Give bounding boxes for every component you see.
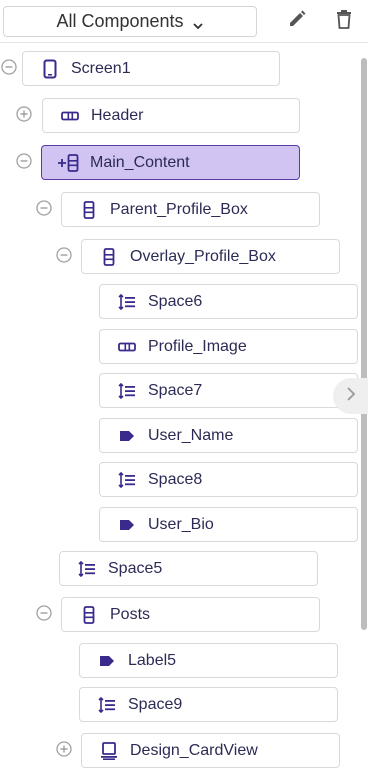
horizontal-arrangement-icon [59,106,81,126]
collapse-toggle-posts[interactable] [35,604,53,626]
tree-node-header[interactable]: Header [42,98,300,133]
collapse-toggle-main-content[interactable] [15,152,33,174]
space-icon [116,470,138,490]
minus-circle-icon [16,152,32,174]
tree-node-label: Design_CardView [130,741,258,759]
tree-node-label5[interactable]: Label5 [79,643,338,678]
chevron-down-icon [192,16,204,29]
tree-node-label: Label5 [128,651,177,669]
horizontal-arrangement-icon [116,337,138,357]
tree-node-posts[interactable]: Posts [61,597,320,632]
card-view-icon [98,741,120,761]
tree-node-label: Space5 [108,559,163,577]
phone-icon [39,59,61,79]
label-icon [96,651,118,671]
tree-node-space5[interactable]: Space5 [59,551,318,586]
tree-node-screen1[interactable]: Screen1 [22,51,280,86]
vertical-arrangement-icon [98,247,120,267]
tree-node-overlay-profile-box[interactable]: Overlay_Profile_Box [81,239,340,274]
tree-node-label: User_Bio [148,515,214,533]
minus-circle-icon [36,604,52,626]
tree-node-space9[interactable]: Space9 [79,687,338,722]
label-icon [116,515,138,535]
trash-icon [335,9,353,34]
scrollbar-thumb[interactable] [361,58,367,630]
space-icon [76,559,98,579]
expand-toggle-header[interactable] [15,105,33,127]
vertical-arrangement-icon [78,200,100,220]
tree-node-label: Space6 [148,292,203,310]
tree-node-main-content[interactable]: Main_Content [41,145,300,180]
space-icon [96,695,118,715]
tree-node-profile-image[interactable]: Profile_Image [99,329,358,364]
add-vertical-arrangement-icon [58,153,80,173]
tree-node-space7[interactable]: Space7 [99,373,358,408]
tree-node-design-cardview[interactable]: Design_CardView [81,733,340,768]
tree-node-space8[interactable]: Space8 [99,462,358,497]
collapse-panel-button[interactable] [333,378,368,414]
collapse-toggle-parent-profile-box[interactable] [35,199,53,221]
collapse-toggle-overlay-profile-box[interactable] [55,246,73,268]
tree-node-label: Profile_Image [148,337,247,355]
tree-node-label: Space8 [148,470,203,488]
pencil-icon [287,9,307,34]
tree-node-user-name[interactable]: User_Name [99,418,358,453]
tree-node-label: Space7 [148,381,203,399]
edit-button[interactable] [285,9,309,33]
plus-circle-icon [56,740,72,762]
space-icon [116,381,138,401]
minus-circle-icon [1,58,17,80]
tree-node-label: Header [91,106,144,124]
component-filter-dropdown[interactable]: All Components [3,6,257,37]
tree-node-parent-profile-box[interactable]: Parent_Profile_Box [61,192,320,227]
tree-node-label: Posts [110,605,151,623]
tree-node-label: User_Name [148,426,234,444]
tree-node-label: Screen1 [71,59,131,77]
component-filter-label: All Components [56,11,184,31]
tree-node-space6[interactable]: Space6 [99,284,358,319]
chevron-right-icon [345,386,357,407]
tree-node-label: Main_Content [90,153,190,171]
tree-node-label: Space9 [128,695,183,713]
label-icon [116,426,138,446]
tree-node-label: Parent_Profile_Box [110,200,248,218]
collapse-toggle-screen1[interactable] [0,58,18,80]
delete-button[interactable] [332,9,356,33]
vertical-arrangement-icon [78,605,100,625]
tree-node-label: Overlay_Profile_Box [130,247,276,265]
minus-circle-icon [56,246,72,268]
toolbar-divider [0,42,368,43]
plus-circle-icon [16,105,32,127]
expand-toggle-design-cardview[interactable] [55,740,73,762]
minus-circle-icon [36,199,52,221]
toolbar: All Components [0,0,368,42]
tree-node-user-bio[interactable]: User_Bio [99,507,358,542]
space-icon [116,292,138,312]
